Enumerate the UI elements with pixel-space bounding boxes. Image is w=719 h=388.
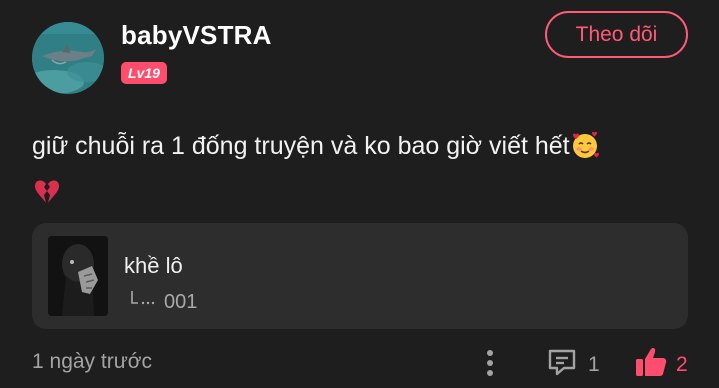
thumbs-up-icon xyxy=(634,345,668,384)
level-badge: Lv19 xyxy=(121,62,167,84)
post-timestamp: 1 ngày trước xyxy=(32,350,153,373)
like-count: 2 xyxy=(676,352,688,376)
post-content: giữ chuỗi ra 1 đống truyện và ko bao giờ… xyxy=(32,126,672,218)
post-card: babyVSTRA Lv19 Theo dõi giữ chuỗi ra 1 đ… xyxy=(0,0,719,388)
story-chapter: 001 xyxy=(130,289,197,315)
username[interactable]: babyVSTRA xyxy=(121,20,272,51)
follow-button[interactable]: Theo dõi xyxy=(545,11,688,58)
story-title: khề lô xyxy=(124,253,183,278)
broken-heart-icon xyxy=(32,178,62,218)
comment-icon xyxy=(546,346,578,383)
linked-story-card[interactable]: khề lô 001 xyxy=(32,223,688,329)
like-button[interactable]: 2 xyxy=(634,345,688,384)
branch-icon xyxy=(130,289,158,315)
comment-button[interactable]: 1 xyxy=(546,346,600,383)
story-cover-image xyxy=(48,236,108,316)
more-options-icon[interactable] xyxy=(480,348,500,383)
smiling-face-with-hearts-icon xyxy=(570,130,600,172)
post-text: giữ chuỗi ra 1 đống truyện và ko bao giờ… xyxy=(32,132,570,160)
comment-count: 1 xyxy=(588,352,600,376)
avatar[interactable] xyxy=(32,22,104,94)
chapter-number: 001 xyxy=(164,290,198,313)
